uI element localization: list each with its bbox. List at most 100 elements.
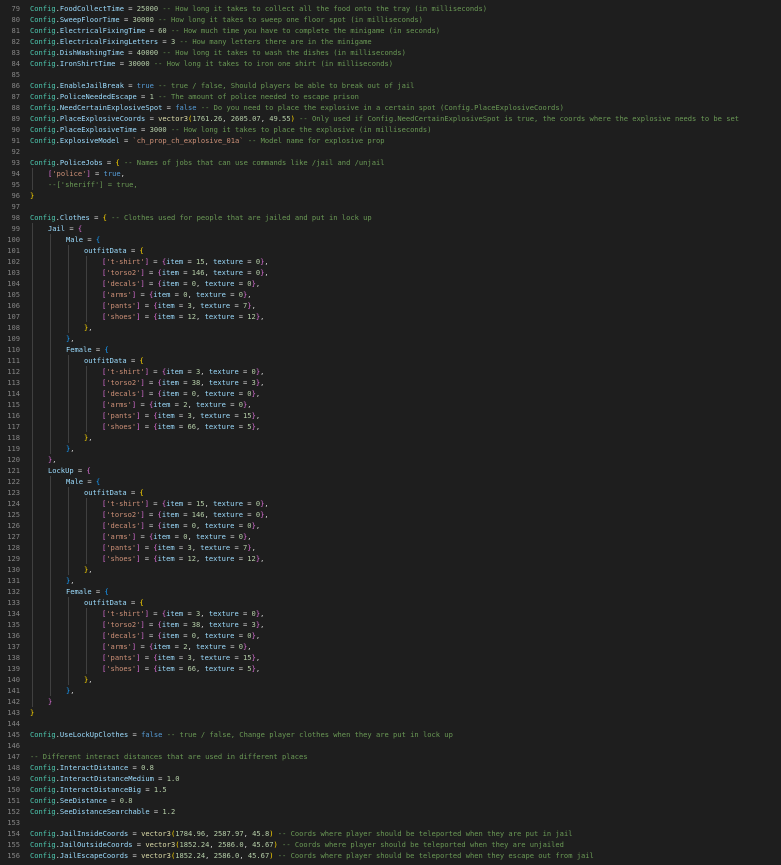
code-line[interactable]: 129 ['shoes'] = {item = 12, texture = 12}… <box>0 553 781 564</box>
code-line[interactable]: 118}, <box>0 432 781 443</box>
code-token: outfitData <box>84 356 127 365</box>
line-number: 87 <box>11 92 20 101</box>
indent-guide <box>50 564 51 575</box>
code-line[interactable]: 111 outfitData = { <box>0 355 781 366</box>
code-line[interactable]: 102 ['t-shirt'] = {item = 15, texture = 0… <box>0 256 781 267</box>
code-line[interactable]: 96} <box>0 190 781 201</box>
code-token: -- The amount of police needed to escape… <box>153 92 359 101</box>
code-line[interactable]: 114 ['decals'] = {item = 0, texture = 0}, <box>0 388 781 399</box>
code-line[interactable]: 131}, <box>0 575 781 586</box>
code-line[interactable]: 127 ['arms'] = {item = 0, texture = 0}, <box>0 531 781 542</box>
code-line[interactable]: 85 <box>0 69 781 80</box>
code-line[interactable]: 80 Config.SweepFloorTime = 30000 -- How l… <box>0 14 781 25</box>
code-token: , <box>200 620 209 629</box>
code-line[interactable]: 143} <box>0 707 781 718</box>
code-line[interactable]: 138 ['pants'] = {item = 3, texture = 15}, <box>0 652 781 663</box>
code-line[interactable]: 147 -- Different interact distances that … <box>0 751 781 762</box>
code-token: ElectricalFixingTime <box>59 26 146 35</box>
code-line[interactable]: 132 Female = { <box>0 586 781 597</box>
code-token: outfitData <box>84 246 127 255</box>
code-line[interactable]: 155 Config.JailOutsideCoords = vector3(18… <box>0 839 781 850</box>
code-line[interactable]: 119}, <box>0 443 781 454</box>
code-line[interactable]: 125 ['torso2'] = {item = 146, texture = 0… <box>0 509 781 520</box>
code-line[interactable]: 141}, <box>0 685 781 696</box>
code-line[interactable]: 124 ['t-shirt'] = {item = 15, texture = 0… <box>0 498 781 509</box>
code-line[interactable]: 97 <box>0 201 781 212</box>
code-line[interactable]: 98 Config.Clothes = { -- Clothes used for… <box>0 212 781 223</box>
code-line[interactable]: 105 ['arms'] = {item = 0, texture = 0}, <box>0 289 781 300</box>
code-line[interactable]: 99 Jail = { <box>0 223 781 234</box>
code-line[interactable]: 130}, <box>0 564 781 575</box>
code-line[interactable]: 84 Config.IronShirtTime = 30000 -- How lo… <box>0 58 781 69</box>
code-line[interactable]: 106 ['pants'] = {item = 3, texture = 7}, <box>0 300 781 311</box>
code-token: = <box>170 532 184 541</box>
code-line[interactable]: 108}, <box>0 322 781 333</box>
code-line[interactable]: 149 Config.InteractDistanceMedium = 1.0 <box>0 773 781 784</box>
code-editor[interactable]: 79 Config.FoodCollectTime = 25000 -- How … <box>0 0 781 865</box>
code-line[interactable]: 103 ['torso2'] = {item = 146, texture = 0… <box>0 267 781 278</box>
code-line[interactable]: 101 outfitData = { <box>0 245 781 256</box>
code-line[interactable]: 115 ['arms'] = {item = 2, texture = 0}, <box>0 399 781 410</box>
code-line[interactable]: 92 <box>0 146 781 157</box>
code-line[interactable]: 140}, <box>0 674 781 685</box>
code-line[interactable]: 153 <box>0 817 781 828</box>
code-token: = <box>178 631 192 640</box>
code-token: JailEscapeCoords <box>59 851 129 860</box>
line-number: 133 <box>7 598 20 607</box>
code-line[interactable]: 136 ['decals'] = {item = 0, texture = 0}, <box>0 630 781 641</box>
code-line[interactable]: 134 ['t-shirt'] = {item = 3, texture = 0}… <box>0 608 781 619</box>
code-token: , <box>255 521 261 530</box>
code-line[interactable]: 100 Male = { <box>0 234 781 245</box>
code-line[interactable]: 91 Config.ExplosiveModel = `ch_prop_ch_ex… <box>0 135 781 146</box>
code-text: ['t-shirt'] = {item = 15, texture = 0}, <box>102 499 269 508</box>
code-line[interactable]: 123 outfitData = { <box>0 487 781 498</box>
code-line[interactable]: 95 --['sheriff'] = true, <box>0 179 781 190</box>
code-line[interactable]: 146 <box>0 740 781 751</box>
code-line[interactable]: 79 Config.FoodCollectTime = 25000 -- How … <box>0 3 781 14</box>
code-line[interactable]: 88 Config.NeedCertainExplosiveSpot = fals… <box>0 102 781 113</box>
code-line[interactable]: 137 ['arms'] = {item = 2, texture = 0}, <box>0 641 781 652</box>
indent-guide <box>86 630 87 641</box>
code-line[interactable]: 144 <box>0 718 781 729</box>
code-line[interactable]: 156 Config.JailEscapeCoords = vector3(185… <box>0 850 781 861</box>
indent-guide <box>86 531 87 542</box>
indent-guide <box>50 498 51 509</box>
line-number: 93 <box>11 158 20 167</box>
code-line[interactable]: 122 Male = { <box>0 476 781 487</box>
code-line[interactable]: 110 Female = { <box>0 344 781 355</box>
code-line[interactable]: 109}, <box>0 333 781 344</box>
code-line[interactable]: 94 ['police'] = true, <box>0 168 781 179</box>
code-line[interactable]: 89 Config.PlaceExplosiveCoords = vector3(… <box>0 113 781 124</box>
code-line[interactable]: 87 Config.PoliceNeededEscape = 1 -- The a… <box>0 91 781 102</box>
code-line[interactable]: 90 Config.PlaceExplosiveTime = 3000 -- Ho… <box>0 124 781 135</box>
code-line[interactable]: 150 Config.InteractDistanceBig = 1.5 <box>0 784 781 795</box>
code-line[interactable]: 81 Config.ElectricalFixingTime = 60 -- Ho… <box>0 25 781 36</box>
code-line[interactable]: 145 Config.UseLockUpClothes = false -- tr… <box>0 729 781 740</box>
code-line[interactable]: 83 Config.DishWashingTime = 40000 -- How … <box>0 47 781 58</box>
code-line[interactable]: 107 ['shoes'] = {item = 12, texture = 12}… <box>0 311 781 322</box>
code-line[interactable]: 151 Config.SeeDistance = 0.8 <box>0 795 781 806</box>
code-line[interactable]: 82 Config.ElectricalFixingLetters = 3 -- … <box>0 36 781 47</box>
code-line[interactable]: 86 Config.EnableJailBreak = true -- true … <box>0 80 781 91</box>
code-line[interactable]: 112 ['t-shirt'] = {item = 3, texture = 0}… <box>0 366 781 377</box>
code-line[interactable]: 142} <box>0 696 781 707</box>
code-line[interactable]: 135 ['torso2'] = {item = 38, texture = 3}… <box>0 619 781 630</box>
code-line[interactable]: 104 ['decals'] = {item = 0, texture = 0}, <box>0 278 781 289</box>
code-line[interactable]: 128 ['pants'] = {item = 3, texture = 7}, <box>0 542 781 553</box>
code-token: , <box>260 620 265 629</box>
code-token: --['sheriff'] = true, <box>48 180 138 189</box>
code-line[interactable]: 139 ['shoes'] = {item = 66, texture = 5}, <box>0 663 781 674</box>
code-line[interactable]: 121 LockUp = { <box>0 465 781 476</box>
code-line[interactable]: 116 ['pants'] = {item = 3, texture = 15}, <box>0 410 781 421</box>
indent-guide <box>68 355 69 366</box>
code-line[interactable]: 93 Config.PoliceJobs = { -- Names of jobs… <box>0 157 781 168</box>
code-line[interactable]: 113 ['torso2'] = {item = 38, texture = 3}… <box>0 377 781 388</box>
code-line[interactable]: 133 outfitData = { <box>0 597 781 608</box>
code-line[interactable]: 126 ['decals'] = {item = 0, texture = 0}, <box>0 520 781 531</box>
code-line[interactable]: 154 Config.JailInsideCoords = vector3(178… <box>0 828 781 839</box>
code-line[interactable]: 152 Config.SeeDistanceSearchable = 1.2 <box>0 806 781 817</box>
code-line[interactable]: 117 ['shoes'] = {item = 66, texture = 5}, <box>0 421 781 432</box>
code-line[interactable]: 148 Config.InteractDistance = 0.8 <box>0 762 781 773</box>
code-line[interactable]: 120}, <box>0 454 781 465</box>
code-token: -- How many letters there are in the min… <box>175 37 372 46</box>
